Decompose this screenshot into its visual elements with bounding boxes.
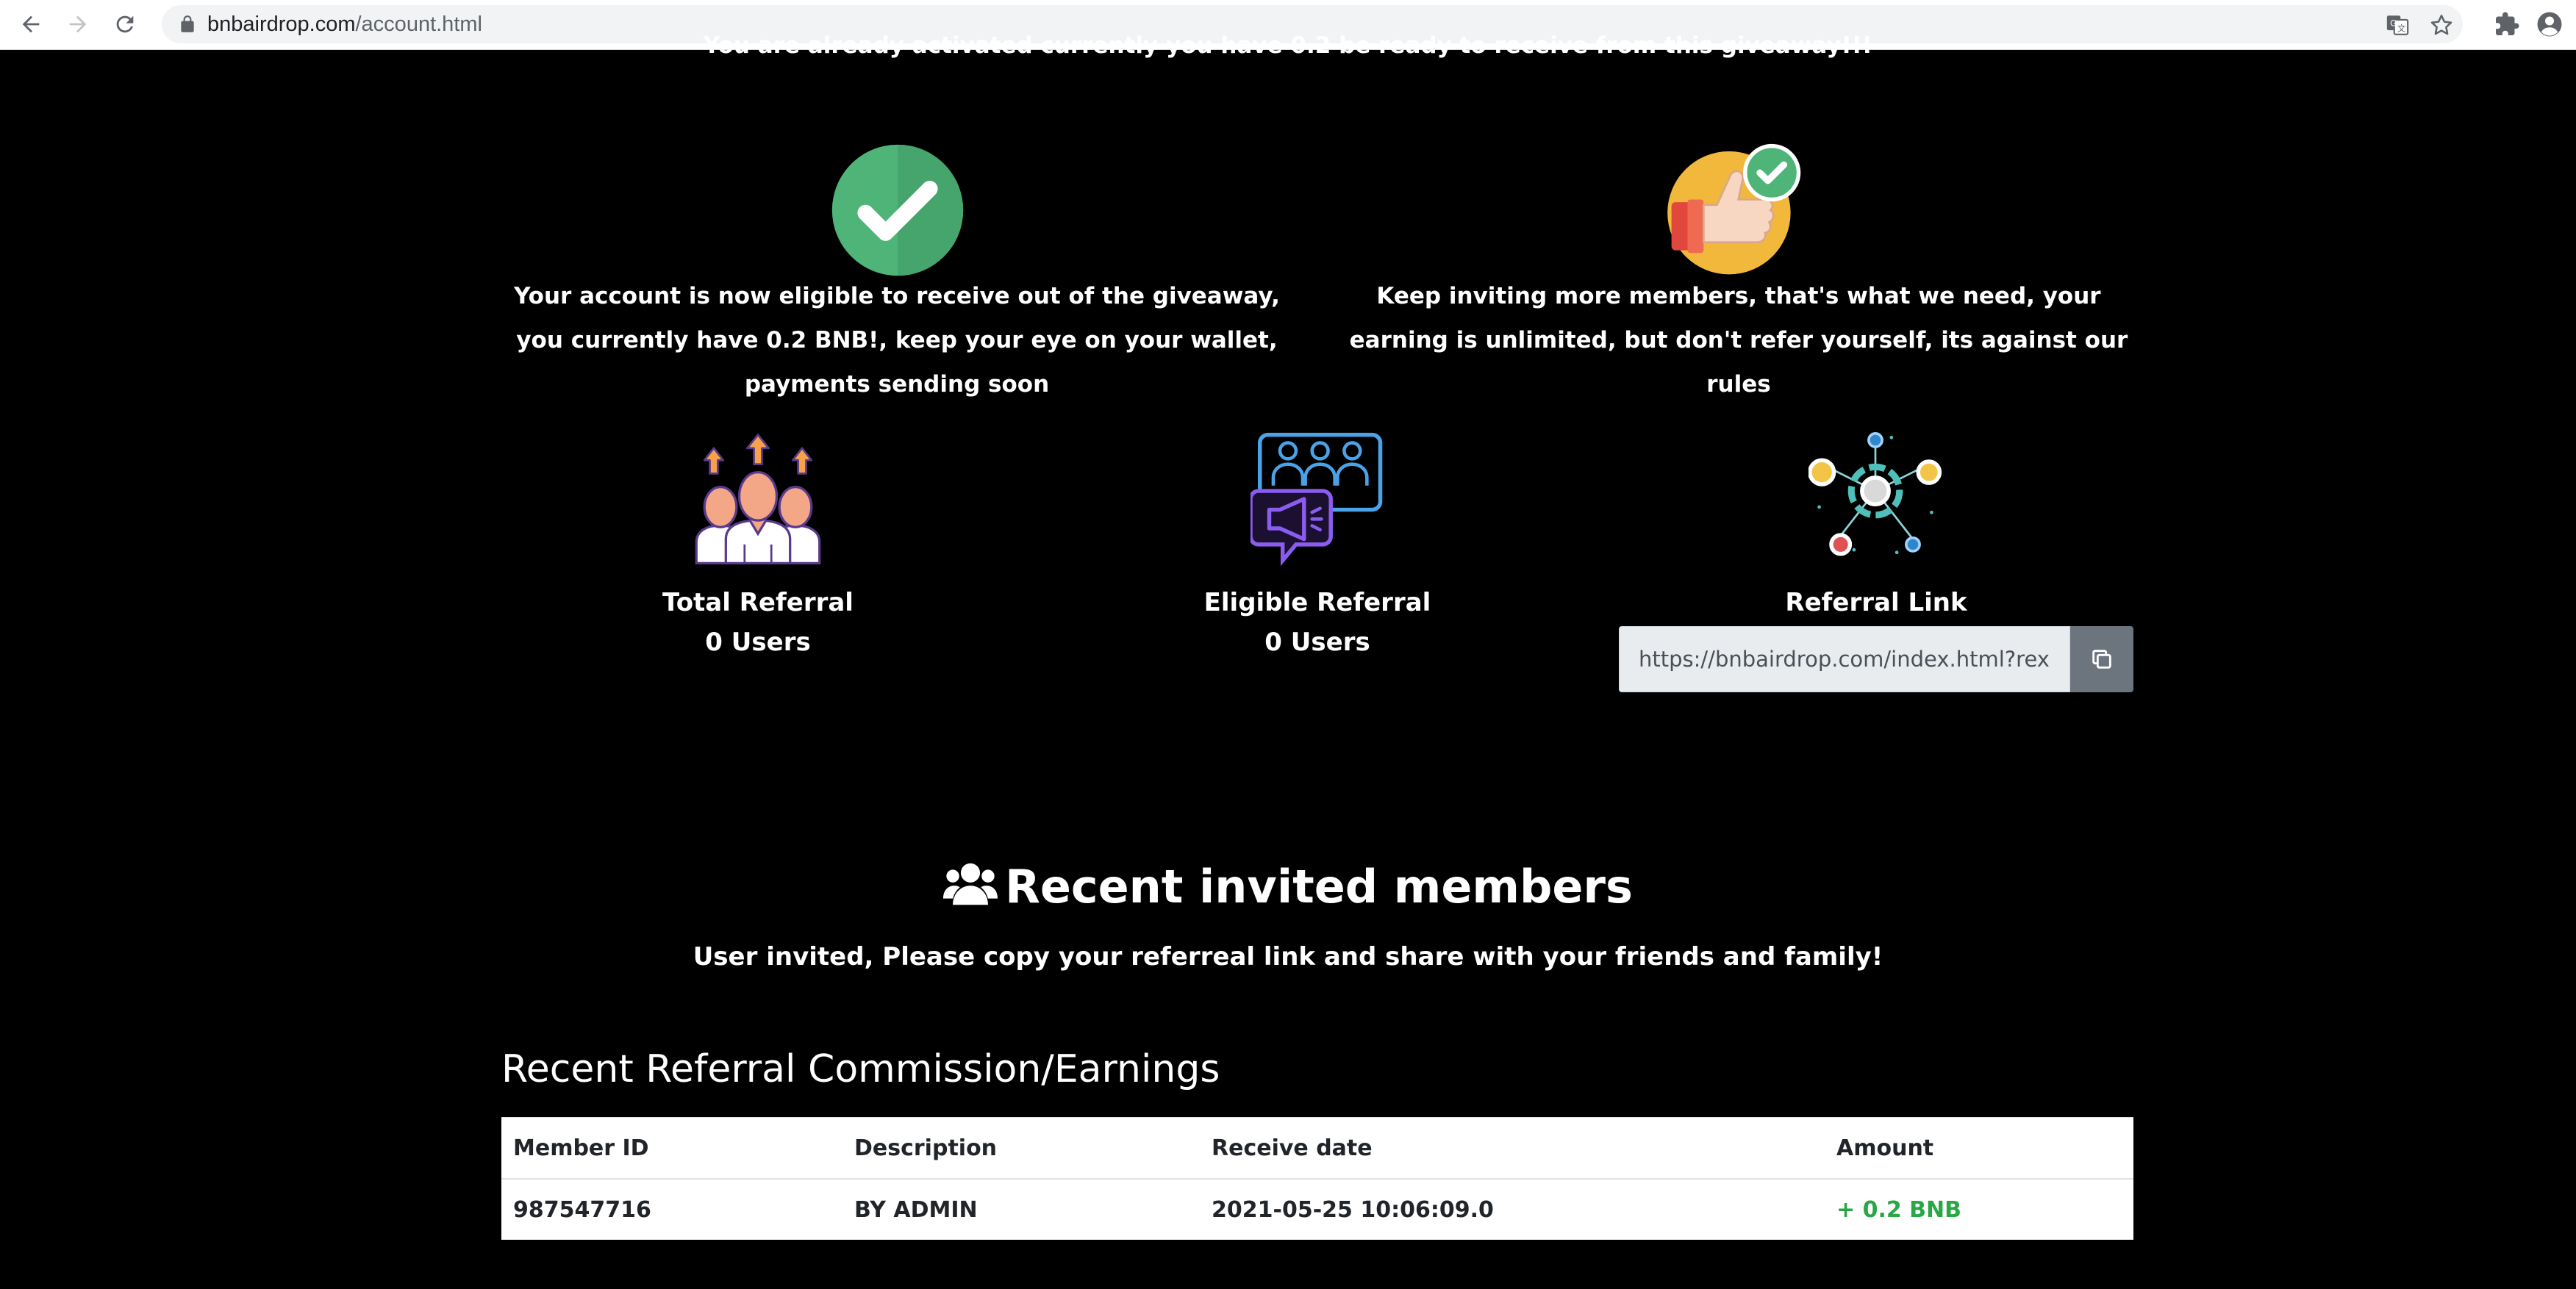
invite-text: Keep inviting more members, that's what … bbox=[1349, 283, 2128, 398]
cell-receive-date: 2021-05-25 10:06:09.0 bbox=[1200, 1178, 1825, 1240]
recent-members-heading-text: Recent invited members bbox=[1005, 860, 1633, 913]
column-header-receive-date: Receive date bbox=[1200, 1117, 1825, 1180]
table-row: 987547716 BY ADMIN 2021-05-25 10:06:09.0… bbox=[501, 1178, 2133, 1240]
check-circle-icon bbox=[831, 144, 964, 276]
column-header-member-id: Member ID bbox=[501, 1117, 842, 1180]
total-referral-label: Total Referral bbox=[662, 588, 854, 617]
copy-link-button[interactable] bbox=[2070, 626, 2133, 692]
eligibility-text: Your account is now eligible to receive … bbox=[514, 283, 1280, 398]
users-icon bbox=[943, 863, 998, 905]
eligible-referral-label: Eligible Referral bbox=[1203, 588, 1431, 617]
cell-member-id: 987547716 bbox=[501, 1178, 842, 1240]
svg-text:G: G bbox=[2390, 18, 2397, 28]
recent-members-heading: Recent invited members bbox=[0, 860, 2576, 913]
eligible-referral-value: 0 Users bbox=[1264, 628, 1370, 657]
team-megaphone-icon bbox=[1251, 432, 1383, 566]
column-header-description: Description bbox=[842, 1117, 1200, 1180]
cell-amount: + 0.2 BNB bbox=[1825, 1178, 2133, 1240]
referral-link-input[interactable] bbox=[1619, 626, 2070, 692]
table-header-row: Member ID Description Receive date Amoun… bbox=[501, 1117, 2133, 1180]
activation-banner: You are already activated currently you … bbox=[704, 32, 1872, 59]
recent-members-subtext: User invited, Please copy your referreal… bbox=[693, 942, 1883, 972]
referral-link-label: Referral Link bbox=[1785, 588, 1967, 617]
earnings-table: Member ID Description Receive date Amoun… bbox=[501, 1117, 2133, 1240]
lock-icon bbox=[181, 15, 194, 32]
team-growth-icon bbox=[695, 434, 821, 564]
thumbs-up-check-icon bbox=[1667, 143, 1801, 275]
total-referral-value: 0 Users bbox=[705, 628, 811, 657]
column-header-amount: Amount bbox=[1825, 1117, 2133, 1180]
earnings-title: Recent Referral Commission/Earnings bbox=[501, 1047, 1220, 1091]
copy-icon bbox=[2092, 650, 2111, 669]
network-hub-icon bbox=[1808, 432, 1942, 556]
cell-description: BY ADMIN bbox=[842, 1178, 1200, 1240]
